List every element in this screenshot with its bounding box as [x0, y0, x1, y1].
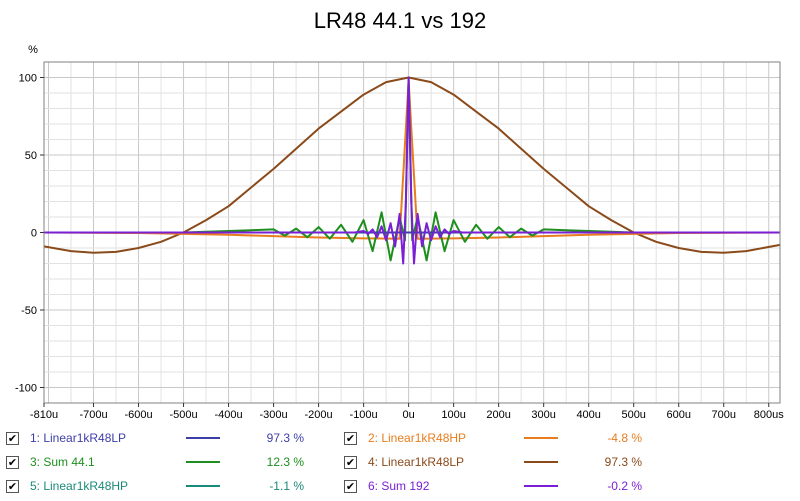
legend-swatch	[186, 485, 220, 487]
y-tick-label: 100	[19, 73, 37, 85]
x-tick-label: -100u	[350, 409, 378, 421]
legend-item-1: ✔ 1: Linear1kR48LP 97.3 %	[6, 428, 304, 448]
x-tick-label: 500u	[621, 409, 645, 421]
y-axis-label: %	[28, 44, 38, 56]
x-tick-label: 800us	[754, 409, 784, 421]
y-tick-label: -100	[15, 383, 37, 395]
x-tick-label: 300u	[531, 409, 555, 421]
y-tick-label: -50	[21, 305, 37, 317]
series-visible-checkbox[interactable]: ✔	[344, 455, 357, 469]
legend-series-name: 6: Sum 192	[368, 479, 430, 493]
legend-series-value: -1.1 %	[269, 479, 304, 493]
legend-item-6: ✔ 6: Sum 192 -0.2 %	[344, 476, 642, 496]
legend-series-name: 4: Linear1kR48LP	[368, 455, 465, 469]
legend-item-2: ✔ 2: Linear1kR48HP -4.8 %	[344, 428, 642, 448]
x-tick-label: 400u	[576, 409, 600, 421]
x-tick-label: -200u	[305, 409, 333, 421]
series-visible-checkbox[interactable]: ✔	[344, 479, 357, 493]
legend-series-name: 1: Linear1kR48LP	[30, 431, 127, 445]
legend-item-5: ✔ 5: Linear1kR48HP -1.1 %	[6, 476, 304, 496]
legend-swatch	[524, 485, 558, 487]
y-tick-label: 50	[25, 150, 37, 162]
y-tick-label: 0	[31, 228, 37, 240]
series-visible-checkbox[interactable]: ✔	[6, 431, 19, 445]
x-tick-label: 100u	[441, 409, 465, 421]
legend-series-value: 97.3 %	[266, 431, 304, 445]
legend-swatch	[524, 461, 558, 463]
x-tick-label: 600u	[666, 409, 690, 421]
plot-area: 100 50 0 -50 -100% -810u -700u -600u -500u -400u -…	[15, 44, 784, 421]
legend-swatch	[186, 461, 220, 463]
x-tick-label: 200u	[486, 409, 510, 421]
legend-series-value: -4.8 %	[607, 431, 642, 445]
legend-item-3: ✔ 3: Sum 44.1 12.3 %	[6, 452, 304, 472]
x-tick-label: -810u	[30, 409, 58, 421]
legend-item-4: ✔ 4: Linear1kR48LP 97.3 %	[344, 452, 642, 472]
legend-series-value: -0.2 %	[607, 479, 642, 493]
legend-series-name: 3: Sum 44.1	[30, 455, 95, 469]
legend-series-name: 2: Linear1kR48HP	[368, 431, 467, 445]
x-tick-label: -300u	[260, 409, 288, 421]
legend-series-name: 5: Linear1kR48HP	[30, 479, 129, 493]
series-visible-checkbox[interactable]: ✔	[344, 431, 357, 445]
x-tick-label: -600u	[124, 409, 152, 421]
series-visible-checkbox[interactable]: ✔	[6, 479, 19, 493]
legend-swatch	[524, 437, 558, 439]
x-tick-label: -500u	[169, 409, 197, 421]
legend: ✔ 1: Linear1kR48LP 97.3 % ✔ 2: Linear1kR48HP…	[0, 424, 800, 501]
series-visible-checkbox[interactable]: ✔	[6, 455, 19, 469]
legend-swatch	[186, 437, 220, 439]
x-tick-label: -400u	[214, 409, 242, 421]
legend-series-value: 12.3 %	[266, 455, 304, 469]
x-tick-label: 700u	[711, 409, 735, 421]
x-tick-label: -700u	[79, 409, 107, 421]
legend-series-value: 97.3 %	[604, 455, 642, 469]
x-tick-label: 0u	[402, 409, 414, 421]
